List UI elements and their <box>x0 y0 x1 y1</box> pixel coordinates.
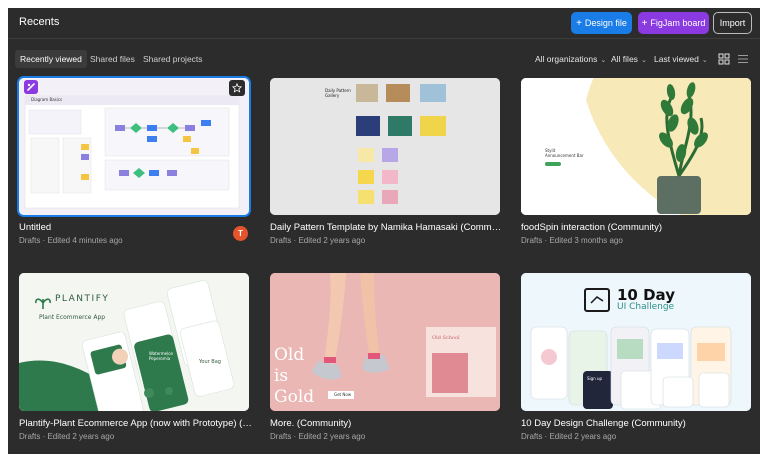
figma-file-browser: Recents + Design file + FigJam board Imp… <box>8 8 760 454</box>
new-figjam-board-label: FigJam board <box>650 18 706 28</box>
file-thumbnail[interactable]: Stylit Announcement Bar <box>521 78 751 215</box>
chevron-down-icon: ⌄ <box>701 57 708 64</box>
thumbnail-card-text: Your Bag <box>199 359 221 365</box>
thumbnail-brand: PLANTIFY <box>55 294 110 304</box>
thumbnail-button: Get Now <box>334 392 352 397</box>
chevron-down-icon: ⌄ <box>600 57 607 64</box>
new-design-file-button[interactable]: + Design file <box>571 12 632 34</box>
organizations-filter[interactable]: All organizations ⌄ <box>535 50 606 68</box>
file-thumbnail[interactable]: Daily Pattern Gallery <box>270 78 500 215</box>
plus-icon: + <box>641 17 648 29</box>
file-meta: Drafts · Edited 2 years ago <box>521 432 617 441</box>
file-thumbnail[interactable]: Diagram Basics <box>19 78 249 215</box>
sort-filter[interactable]: Last viewed ⌄ <box>654 50 708 68</box>
toolbar: Recently viewed Shared files Shared proj… <box>8 50 760 70</box>
figjam-icon <box>24 80 38 94</box>
file-meta: Drafts · Edited 2 years ago <box>270 236 366 245</box>
thumbnail-card-text: Sign up <box>587 376 603 381</box>
thumbnail-card-text: Watermelon Peperomia <box>149 351 174 361</box>
new-figjam-board-button[interactable]: + FigJam board <box>638 12 709 34</box>
sort-filter-label: Last viewed <box>654 54 699 64</box>
thumbnail-heading: Daily Pattern Gallery <box>325 88 351 98</box>
file-meta: Drafts · Edited 3 months ago <box>521 236 623 245</box>
file-title: foodSpin interaction (Community) <box>521 222 662 233</box>
thumbnail-big-text-line: is <box>274 366 289 386</box>
plant-thumbnail-art <box>521 78 751 215</box>
tab-shared-files[interactable]: Shared files <box>85 50 140 68</box>
organizations-filter-label: All organizations <box>535 54 598 64</box>
file-title: Plantify-Plant Ecommerce App (now with P… <box>19 418 255 429</box>
import-button[interactable]: Import <box>713 12 752 34</box>
file-title: More. (Community) <box>270 418 352 429</box>
thumbnail-subtitle: Plant Ecommerce App <box>39 314 106 321</box>
plus-icon: + <box>576 17 582 29</box>
thumbnail-heading: Stylit Announcement Bar <box>545 148 584 158</box>
file-title: Daily Pattern Template by Namika Hamasak… <box>270 222 506 233</box>
new-design-file-label: Design file <box>584 18 627 28</box>
avatar[interactable]: T <box>233 226 248 241</box>
pattern-thumbnail-art <box>270 78 500 215</box>
star-icon[interactable] <box>229 80 245 96</box>
thumbnail-big-text-line: Old <box>274 345 305 365</box>
list-view-icon[interactable] <box>736 52 750 66</box>
files-filter-label: All files <box>611 54 638 64</box>
thumbnail-subheading: UI Challenge <box>617 302 675 312</box>
thumbnail-big-text: Old is Gold <box>274 345 314 408</box>
file-thumbnail[interactable]: PLANTIFY Plant Ecommerce App Watermelon … <box>19 273 249 411</box>
chevron-down-icon: ⌄ <box>640 57 647 64</box>
files-filter[interactable]: All files ⌄ <box>611 50 647 68</box>
page-title: Recents <box>19 16 60 28</box>
thumbnail-big-text-line: Gold <box>274 387 315 407</box>
file-title: 10 Day Design Challenge (Community) <box>521 418 686 429</box>
tab-shared-projects[interactable]: Shared projects <box>138 50 208 68</box>
file-thumbnail[interactable]: Old is Gold Old School Get Now <box>270 273 500 411</box>
thumbnail-heading: Diagram Basics <box>31 97 63 102</box>
file-title: Untitled <box>19 222 52 233</box>
file-meta: Drafts · Edited 2 years ago <box>19 432 115 441</box>
file-meta: Drafts · Edited 2 years ago <box>270 432 366 441</box>
grid-view-icon[interactable] <box>717 52 731 66</box>
header: Recents + Design file + FigJam board Imp… <box>8 8 760 39</box>
thumbnail-panel-title: Old School <box>432 335 460 341</box>
tab-recently-viewed[interactable]: Recently viewed <box>15 50 87 68</box>
file-meta: Drafts · Edited 4 minutes ago <box>19 236 123 245</box>
file-thumbnail[interactable]: 10 Day UI Challenge Sign up <box>521 273 751 411</box>
plantify-thumbnail-art <box>19 273 249 411</box>
